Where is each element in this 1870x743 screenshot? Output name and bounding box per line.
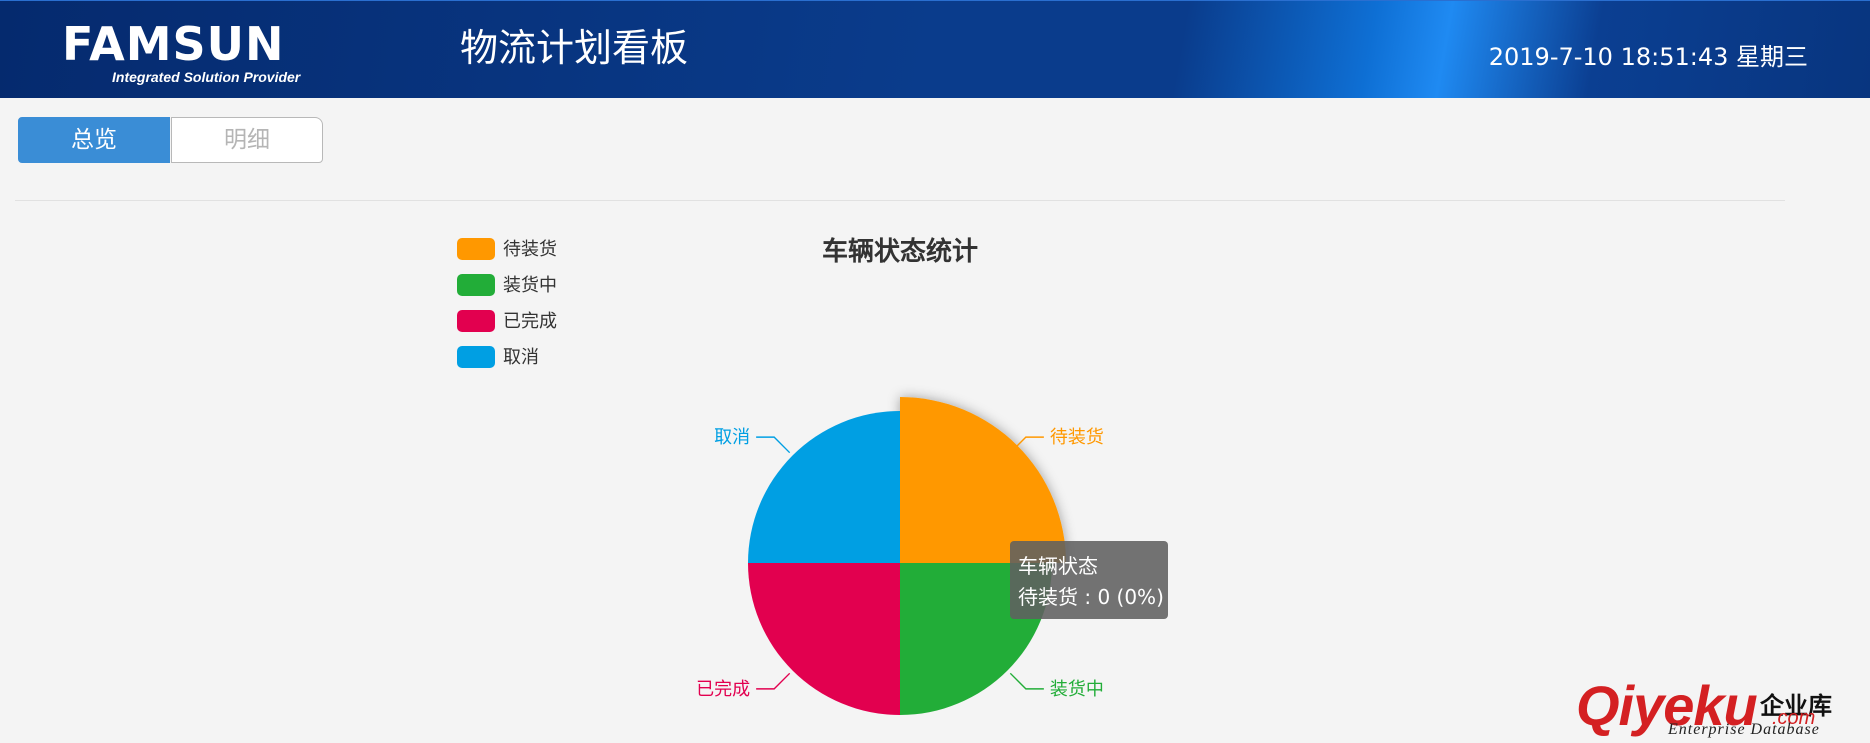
chart-tooltip: 车辆状态 待装货 : 0 (0%) [1010,541,1168,619]
pie-label-3: 取消 [714,427,750,448]
pie-label-line-3 [756,436,791,454]
chart-legend: 待装货装货中已完成取消 [457,238,557,368]
pie-label-1: 装货中 [1050,679,1104,700]
pie-slice-2[interactable] [748,563,900,715]
pie-label-line-1 [1009,672,1044,690]
qiyeku-watermark: Qiyeku 企业库 .com Enterprise Database [1576,676,1851,742]
pie-label-line-2 [756,672,791,690]
legend-swatch-1[interactable] [457,274,495,296]
legend-swatch-2[interactable] [457,310,495,332]
watermark-sub: Enterprise Database [1668,721,1820,738]
chart-title: 车辆状态统计 [822,236,978,267]
legend-label-0[interactable]: 待装货 [503,239,557,260]
legend-label-2[interactable]: 已完成 [503,311,557,332]
legend-label-1[interactable]: 装货中 [503,275,557,296]
legend-swatch-3[interactable] [457,346,495,368]
pie-slice-0[interactable] [900,397,1066,563]
pie-slice-3[interactable] [748,411,900,563]
vehicle-status-pie-chart: 车辆状态统计 待装货装货中已完成取消 待装货装货中已完成取消 [457,236,1104,715]
legend-swatch-0[interactable] [457,238,495,260]
pie-label-2: 已完成 [696,679,750,700]
tooltip-title: 车辆状态 [1018,554,1098,578]
pie-label-0: 待装货 [1050,427,1104,448]
tooltip-value: 待装货 : 0 (0%) [1018,585,1164,609]
legend-label-3[interactable]: 取消 [503,347,539,368]
